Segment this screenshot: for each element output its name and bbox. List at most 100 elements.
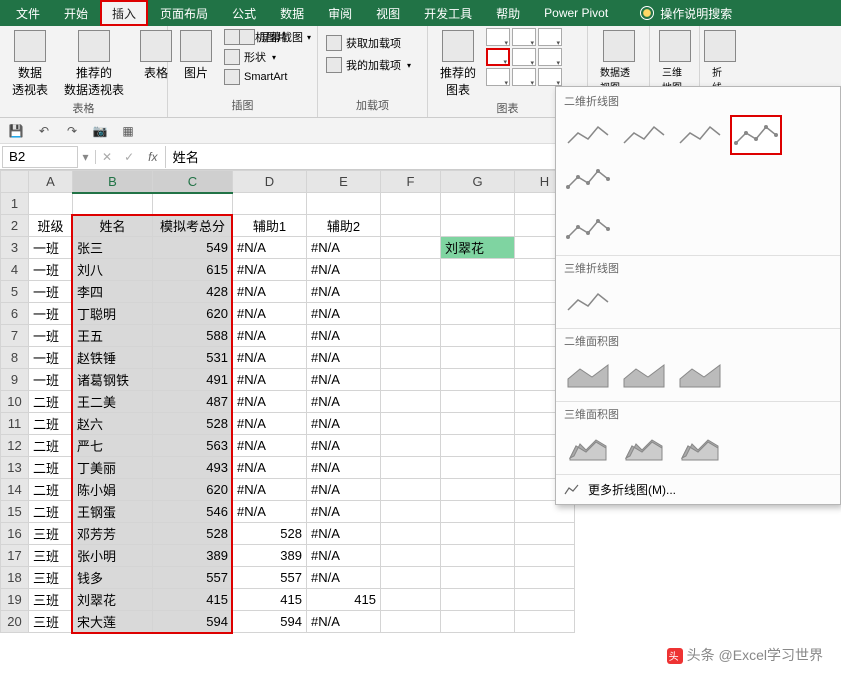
get-addins-button[interactable]: 获取加载项 [324, 34, 421, 52]
save-button[interactable]: 💾 [6, 121, 26, 141]
cell[interactable]: 528 [153, 413, 233, 435]
cell[interactable]: 辅助2 [307, 215, 381, 237]
cell[interactable] [441, 435, 515, 457]
chart-type-hierarchy[interactable] [512, 28, 536, 46]
cell[interactable]: 588 [153, 325, 233, 347]
cell[interactable]: #N/A [307, 501, 381, 523]
cell[interactable]: 三班 [29, 545, 73, 567]
select-all-corner[interactable] [1, 171, 29, 193]
cell[interactable]: #N/A [307, 391, 381, 413]
cell[interactable]: 丁美丽 [73, 457, 153, 479]
cell[interactable] [381, 413, 441, 435]
cell[interactable] [381, 435, 441, 457]
pictures-button[interactable]: 图片 [174, 28, 218, 86]
cell[interactable]: 宋大莲 [73, 611, 153, 633]
row-header[interactable]: 5 [1, 281, 29, 303]
cell[interactable]: 491 [153, 369, 233, 391]
cell[interactable]: 赵六 [73, 413, 153, 435]
cell[interactable]: #N/A [307, 523, 381, 545]
col-header-D[interactable]: D [233, 171, 307, 193]
cell[interactable]: #N/A [307, 237, 381, 259]
row-header[interactable]: 7 [1, 325, 29, 347]
cell[interactable] [381, 369, 441, 391]
screenshot-button[interactable]: 屏幕截图▾ [237, 28, 313, 46]
tab-powerpivot[interactable]: Power Pivot [532, 0, 620, 26]
chart-type-column[interactable] [486, 28, 510, 46]
cell[interactable]: 三班 [29, 611, 73, 633]
pivot-table-button[interactable]: 数据 透视表 [6, 28, 54, 100]
cell[interactable]: 辅助1 [233, 215, 307, 237]
cell[interactable] [441, 369, 515, 391]
cell[interactable]: 班级 [29, 215, 73, 237]
cell[interactable] [381, 281, 441, 303]
row-header[interactable]: 9 [1, 369, 29, 391]
cell[interactable]: 诸葛钢铁 [73, 369, 153, 391]
cell[interactable]: 493 [153, 457, 233, 479]
cell[interactable] [381, 523, 441, 545]
cell[interactable]: 模拟考总分 [153, 215, 233, 237]
tab-review[interactable]: 审阅 [316, 0, 364, 26]
cell[interactable] [381, 237, 441, 259]
cell[interactable]: #N/A [307, 281, 381, 303]
row-header[interactable]: 20 [1, 611, 29, 633]
chart-type-pie[interactable] [486, 68, 510, 86]
cell[interactable]: #N/A [233, 457, 307, 479]
cell[interactable] [381, 325, 441, 347]
cell[interactable] [515, 589, 575, 611]
cell[interactable]: #N/A [233, 259, 307, 281]
chart-type-waterfall[interactable] [538, 28, 562, 46]
row-header[interactable]: 15 [1, 501, 29, 523]
cell[interactable]: 李四 [73, 281, 153, 303]
recommended-charts-button[interactable]: 推荐的 图表 [434, 28, 482, 100]
cell[interactable]: #N/A [233, 237, 307, 259]
cell[interactable]: #N/A [233, 325, 307, 347]
cell[interactable]: 三班 [29, 589, 73, 611]
cell[interactable]: 二班 [29, 435, 73, 457]
cell[interactable] [233, 193, 307, 215]
cell[interactable] [441, 413, 515, 435]
cell[interactable]: 415 [233, 589, 307, 611]
cell[interactable]: 620 [153, 479, 233, 501]
cell[interactable]: 二班 [29, 413, 73, 435]
cell[interactable]: 549 [153, 237, 233, 259]
cell[interactable] [441, 457, 515, 479]
chart-option[interactable] [674, 115, 726, 155]
cell[interactable]: 531 [153, 347, 233, 369]
cell[interactable]: #N/A [307, 369, 381, 391]
cell[interactable]: 二班 [29, 391, 73, 413]
cell[interactable] [381, 545, 441, 567]
camera-button[interactable]: 📷 [90, 121, 110, 141]
cell[interactable] [73, 193, 153, 215]
cell[interactable]: 415 [307, 589, 381, 611]
cell[interactable] [381, 259, 441, 281]
cell[interactable] [441, 391, 515, 413]
cell[interactable] [515, 567, 575, 589]
tab-layout[interactable]: 页面布局 [148, 0, 220, 26]
cell[interactable]: #N/A [233, 479, 307, 501]
cell[interactable] [441, 347, 515, 369]
chart-option[interactable] [562, 355, 614, 395]
cell[interactable]: 一班 [29, 303, 73, 325]
cell[interactable]: 一班 [29, 325, 73, 347]
name-box-dropdown[interactable]: ▾ [80, 150, 96, 164]
cell[interactable]: #N/A [307, 303, 381, 325]
cell[interactable]: #N/A [233, 303, 307, 325]
cell[interactable]: 张小明 [73, 545, 153, 567]
cell[interactable]: 赵铁锤 [73, 347, 153, 369]
cell[interactable] [441, 545, 515, 567]
chart-type-line[interactable] [486, 48, 510, 66]
cell[interactable]: 邓芳芳 [73, 523, 153, 545]
row-header[interactable]: 16 [1, 523, 29, 545]
cell[interactable]: 557 [153, 567, 233, 589]
cell[interactable]: #N/A [307, 413, 381, 435]
cell[interactable] [441, 259, 515, 281]
formula-cancel[interactable]: ✕ [96, 150, 118, 164]
cell[interactable] [381, 567, 441, 589]
col-header-B[interactable]: B [73, 171, 153, 193]
cell[interactable]: 487 [153, 391, 233, 413]
cell[interactable]: 389 [233, 545, 307, 567]
tab-formulas[interactable]: 公式 [220, 0, 268, 26]
cell[interactable] [381, 589, 441, 611]
cell[interactable]: 594 [153, 611, 233, 633]
cell[interactable]: 389 [153, 545, 233, 567]
